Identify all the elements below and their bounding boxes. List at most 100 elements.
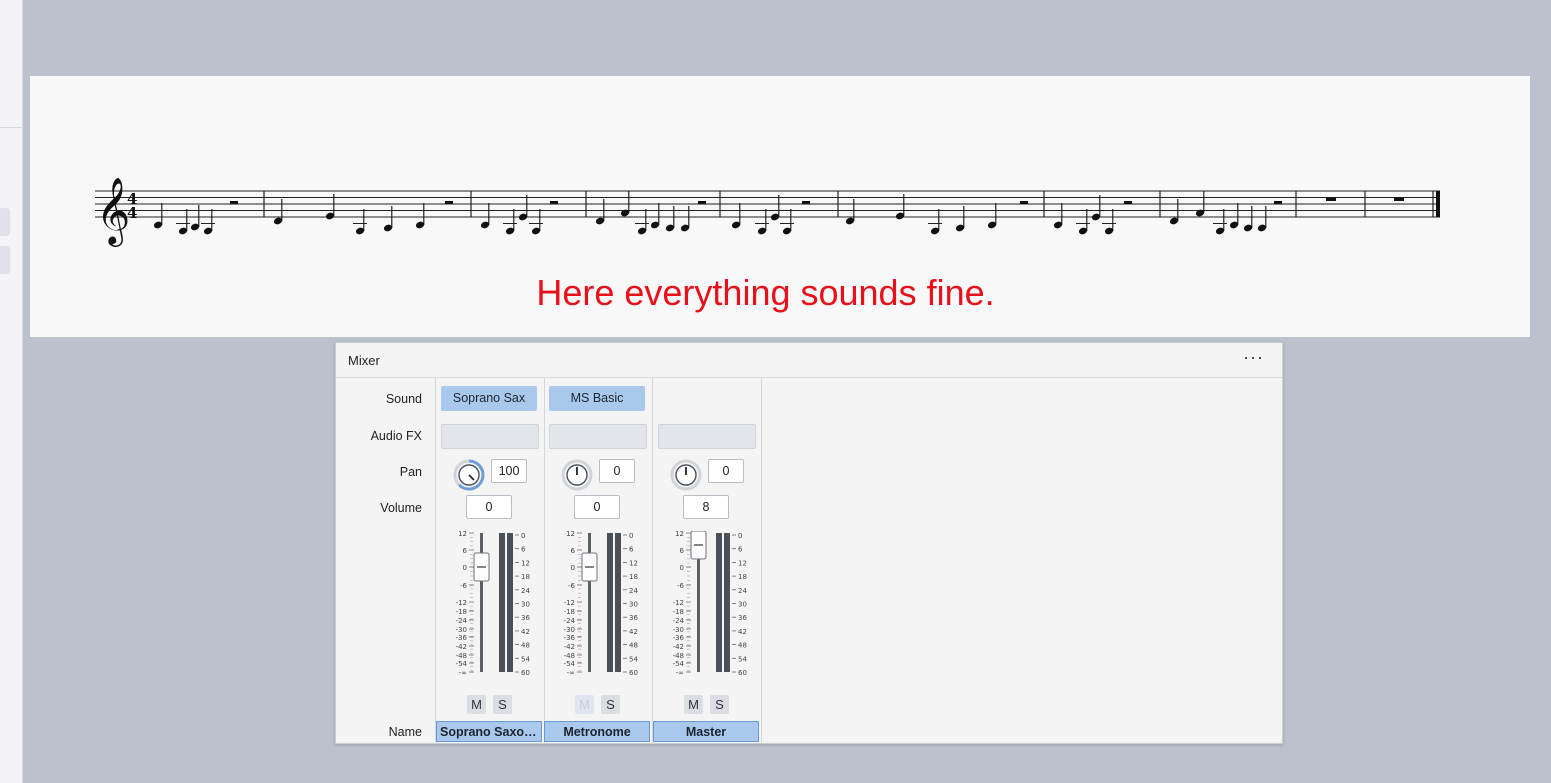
audio-fx-slot[interactable]	[441, 424, 539, 449]
meter-scale-label: 6	[521, 546, 526, 554]
meter-scale-label: 60	[738, 669, 747, 677]
meter-scale-label: 42	[738, 628, 747, 636]
solo-button[interactable]: S	[710, 695, 729, 714]
pan-value-field[interactable]: 100	[491, 459, 527, 483]
fader-scale-label: -30	[456, 626, 467, 634]
row-label-volume: Volume	[380, 501, 422, 515]
channel-name[interactable]: Master	[653, 721, 759, 742]
pan-knob[interactable]	[452, 458, 486, 492]
meter-scale-label: 54	[521, 655, 530, 663]
fader-scale-label: -54	[456, 660, 468, 668]
meter-scale-label: 0	[738, 532, 742, 540]
solo-button[interactable]: S	[493, 695, 512, 714]
row-label-name: Name	[388, 725, 422, 739]
meter-scale-label: 6	[629, 546, 634, 554]
pan-value-field[interactable]: 0	[599, 459, 635, 483]
level-meter-bar	[607, 533, 613, 672]
channel-name[interactable]: Soprano Saxop...	[436, 721, 542, 742]
whole-rest	[1394, 197, 1404, 201]
fader-scale-label: -54	[673, 660, 685, 668]
fader-scale-label: -42	[673, 643, 684, 651]
meter-scale-label: 0	[629, 532, 633, 540]
fader-scale-label: 12	[566, 531, 575, 538]
level-meter-bar	[724, 533, 730, 672]
fader-scale-label: -∞	[567, 669, 575, 677]
solo-button[interactable]: S	[601, 695, 620, 714]
meter-scale-label: 18	[521, 573, 530, 581]
meter-scale-label: 30	[521, 601, 530, 609]
meter-scale-label: 30	[738, 601, 747, 609]
meter-scale-label: 60	[629, 669, 638, 677]
channel-name[interactable]: Metronome	[544, 721, 650, 742]
fader-scale-label: -54	[564, 660, 576, 668]
row-label-audio-fx: Audio FX	[370, 429, 422, 443]
mixer-more-menu-icon[interactable]: ···	[1243, 347, 1264, 368]
panel-tab-handle[interactable]	[0, 208, 10, 236]
pan-knob[interactable]	[669, 458, 703, 492]
fader-scale-label: -6	[460, 582, 468, 590]
panel-tab-handle[interactable]	[0, 246, 10, 274]
channel-strip: MS Basic 0 0 12 6 0 -6 -12 -18 -24 -30 -36 -42 -48…	[544, 378, 653, 743]
meter-scale-label: 12	[738, 559, 747, 567]
meter-scale-label: 18	[738, 573, 747, 581]
fader-scale-label: -18	[456, 608, 467, 616]
level-meter-bar	[499, 533, 505, 672]
level-meter-bar	[507, 533, 513, 672]
meter-scale-label: 48	[629, 642, 638, 650]
fader-scale-label: -24	[456, 617, 468, 625]
fader-scale-label: -12	[564, 599, 575, 607]
rest-mark	[1020, 201, 1028, 204]
fader-scale-label: -36	[673, 634, 685, 642]
fader-scale-label: -30	[564, 626, 575, 634]
final-barline	[1436, 191, 1440, 217]
meter-scale-label: 54	[738, 655, 747, 663]
level-meter-bar	[615, 533, 621, 672]
fader-scale-label: -30	[673, 626, 684, 634]
meter-scale-label: 42	[629, 628, 638, 636]
fader-scale-label: -48	[564, 652, 575, 660]
fader-scale-label: -48	[456, 652, 467, 660]
fader-scale-label: -∞	[676, 669, 684, 677]
rest-mark	[230, 201, 238, 204]
fader-scale-label: -24	[564, 617, 576, 625]
audio-fx-slot[interactable]	[549, 424, 647, 449]
meter-scale-label: 48	[738, 642, 747, 650]
meter-scale-label: 54	[629, 655, 638, 663]
mixer-panel: Mixer ··· Sound Audio FX Pan Volume Name…	[335, 342, 1283, 744]
volume-value-field[interactable]: 8	[683, 495, 729, 519]
fader-and-meter[interactable]: 1260-6-12-18-24-30-36-42-48-54-∞06121824…	[544, 531, 652, 681]
rest-mark	[1124, 201, 1132, 204]
mute-button[interactable]: M	[575, 695, 594, 714]
pan-value-field[interactable]: 0	[708, 459, 744, 483]
fader-scale-label: -6	[568, 582, 576, 590]
rest-mark	[802, 201, 810, 204]
mute-button[interactable]: M	[467, 695, 486, 714]
meter-scale-label: 24	[521, 587, 530, 595]
volume-value-field[interactable]: 0	[466, 495, 512, 519]
fader-scale-label: 0	[680, 564, 684, 572]
mixer-title: Mixer	[348, 353, 380, 368]
fader-and-meter[interactable]: 1260-6-12-18-24-30-36-42-48-54-∞06121824…	[436, 531, 544, 681]
volume-value-field[interactable]: 0	[574, 495, 620, 519]
meter-scale-label: 24	[738, 587, 747, 595]
sound-selector-button[interactable]: Soprano Sax	[441, 386, 537, 411]
time-signature-bottom: 4	[127, 204, 137, 222]
audio-fx-slot[interactable]	[658, 424, 756, 449]
meter-scale-label: 36	[629, 614, 638, 622]
level-meter-bar	[716, 533, 722, 672]
sound-selector-button[interactable]: MS Basic	[549, 386, 645, 411]
fader-and-meter[interactable]: 1260-6-12-18-24-30-36-42-48-54-∞06121824…	[653, 531, 761, 681]
meter-scale-label: 36	[738, 614, 747, 622]
treble-clef-icon: 𝄞	[96, 176, 130, 247]
fader-scale-label: -6	[677, 582, 685, 590]
rest-mark	[1274, 201, 1282, 204]
fader-scale-label: -36	[564, 634, 576, 642]
mixer-header: Mixer ···	[336, 343, 1282, 378]
fader-scale-label: -12	[456, 599, 467, 607]
pan-knob[interactable]	[560, 458, 594, 492]
channel-strip: Soprano Sax 100 0 12 6 0 -6 -12 -18 -24 -30 -36-…	[435, 378, 545, 743]
fader-scale-label: -∞	[459, 669, 467, 677]
channel-strip: 0 8 12 6 0 -6 -12 -18 -24 -30 -36 -42 -48 -54 -∞ 0 6 12…	[653, 378, 762, 743]
fader-scale-label: -18	[673, 608, 684, 616]
mute-button[interactable]: M	[684, 695, 703, 714]
